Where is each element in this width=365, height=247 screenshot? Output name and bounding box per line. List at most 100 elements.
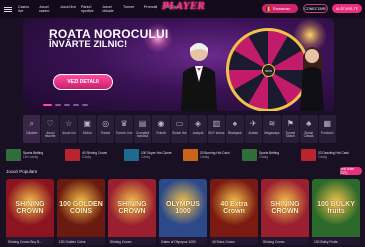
- carousel-dot[interactable]: [55, 104, 61, 106]
- search-icon: ⌕: [29, 119, 34, 128]
- wave-icon: ≋: [268, 119, 276, 128]
- game-card[interactable]: SHINING CROWN Shining Crown: [108, 179, 156, 245]
- cards-icon: ▭: [175, 119, 184, 128]
- menu-icon[interactable]: [4, 6, 12, 12]
- win-item[interactable]: 20 Dazzling Hot Cash Câștig: [301, 149, 351, 161]
- category-label: Jocuri noi: [61, 131, 76, 135]
- win-text: 40 Shining Crown Câștig: [82, 151, 107, 159]
- nav-link[interactable]: Cazino live: [18, 5, 34, 13]
- win-item[interactable]: Sports Betting Câștig: [242, 149, 292, 161]
- slot-icon: ▣: [83, 119, 91, 128]
- category-label: Blackjack: [228, 131, 242, 135]
- win-thumbnail: [301, 149, 316, 161]
- category-label: Căutare: [26, 131, 38, 135]
- game-card[interactable]: OLYMPUS 1000 Gates of Olympus 1000: [159, 179, 207, 245]
- nav-link[interactable]: Jocuri virtuale: [102, 5, 118, 13]
- category-label: Cumpără bonusul: [135, 131, 150, 139]
- category-item[interactable]: ⌕ Căutare: [23, 115, 41, 143]
- game-name: 100 Golden Coins: [59, 240, 86, 244]
- game-card[interactable]: SHINING CROWN Shining Crown: [261, 179, 309, 245]
- spade-icon: ♠: [232, 119, 238, 128]
- win-thumbnail: [6, 149, 21, 161]
- win-text: 20 Dazzling Hot Cash Câștig: [318, 151, 349, 159]
- host-man-image: [181, 43, 217, 111]
- category-item[interactable]: ◉ Ruletă: [152, 115, 170, 143]
- game-name: 100 Bulky Fruits: [314, 240, 338, 244]
- game-artwork: 40 Extra Crown: [210, 179, 258, 237]
- category-label: Sloturi Classic: [303, 131, 314, 139]
- game-artwork: SHINING CROWN: [6, 179, 54, 237]
- carousel-dot[interactable]: [82, 104, 88, 106]
- site-logo[interactable]: PLAYER: [162, 2, 205, 12]
- win-text: 100 Super Hot Clover Câștig: [141, 151, 172, 159]
- nav-link[interactable]: Jocuri cazino: [39, 5, 55, 13]
- carousel-dot[interactable]: [43, 104, 52, 106]
- category-label: Pariuri: [101, 131, 111, 135]
- see-all-button[interactable]: Vezi toate (227): [340, 167, 362, 175]
- category-bar: ⌕ Căutare ♡ Jocuri favorite ☆ Jocuri noi ▣ Slot…: [23, 115, 336, 143]
- category-item[interactable]: ⚑ Turnee Sloturi: [281, 115, 300, 143]
- win-text: Sports Betting Câștig: [259, 151, 279, 159]
- category-item[interactable]: ♠ Blackjack: [226, 115, 244, 143]
- game-card[interactable]: 100 GOLDEN COINS 100 Golden Coins: [57, 179, 105, 245]
- category-item[interactable]: ♛ Turnee Live: [115, 115, 133, 143]
- category-item[interactable]: ≋ Megaways: [263, 115, 281, 143]
- category-label: Jackpot: [192, 131, 204, 135]
- nav-link[interactable]: Pariuri sportive: [81, 5, 97, 13]
- win-item[interactable]: Sports Betting Live câștig: [6, 149, 56, 161]
- hero-details-button[interactable]: VEZI DETALII: [53, 74, 113, 90]
- nav-link[interactable]: Promoții: [144, 5, 160, 13]
- nav-link[interactable]: Jocuri live: [60, 5, 76, 13]
- win-item[interactable]: 40 Shining Crown Câștig: [65, 149, 115, 161]
- carousel-dot[interactable]: [64, 104, 70, 106]
- game-card[interactable]: 100 BULKY fruits 100 Bulky Fruits: [312, 179, 360, 245]
- carousel-dots[interactable]: [43, 104, 88, 106]
- category-item[interactable]: ♣ Sloturi Classic: [300, 115, 318, 143]
- heart-icon: ♡: [46, 119, 54, 128]
- category-item[interactable]: ▤ Cumpără bonusul: [133, 115, 152, 143]
- recent-wins-strip: Sports Betting Live câștig 40 Shining Crow…: [0, 146, 365, 164]
- win-item[interactable]: 20 Burning Hot Cash Câștig: [183, 149, 233, 161]
- category-label: Megaways: [264, 131, 280, 135]
- hero-subtitle: ÎNVÂRTE ZILNIC!: [49, 39, 128, 50]
- popular-games-row: SHINING CROWN Shining Crown Buy B... 100 G…: [6, 179, 362, 245]
- game-card[interactable]: 40 Extra Crown 40 Extra Crown: [210, 179, 258, 245]
- login-button[interactable]: CONECTARE: [303, 4, 328, 13]
- category-item[interactable]: ▭ Sloturi live: [170, 115, 189, 143]
- category-item[interactable]: ✈ Aviator: [244, 115, 263, 143]
- language-selector[interactable]: Romanian: [262, 4, 298, 13]
- category-label: Sloturi: [82, 131, 92, 135]
- host-woman-image: [300, 47, 324, 111]
- register-button[interactable]: ALĂTURĂ-TE: [332, 4, 362, 13]
- ticket-icon: ▥: [212, 119, 221, 128]
- hero-banner[interactable]: ROATA NOROCULUI ÎNVÂRTE ZILNIC! VEZI DET…: [23, 18, 334, 111]
- gift-icon: ▤: [138, 119, 147, 128]
- game-artwork: 100 GOLDEN COINS: [57, 179, 105, 237]
- game-name: Shining Crown Buy B...: [8, 240, 42, 244]
- category-label: Turnee Live: [115, 131, 133, 135]
- flag-icon: ⚑: [286, 119, 294, 128]
- game-card[interactable]: SHINING CROWN Shining Crown Buy B...: [6, 179, 54, 245]
- category-item[interactable]: ◎ Pariuri: [96, 115, 115, 143]
- win-subtitle: Câștig: [318, 155, 328, 159]
- star-icon: ☆: [65, 119, 73, 128]
- win-subtitle: Câștig: [200, 155, 210, 159]
- category-item[interactable]: ♡ Jocuri favorite: [41, 115, 59, 143]
- win-text: Sports Betting Live câștig: [23, 151, 43, 159]
- win-thumbnail: [124, 149, 139, 161]
- nav-link[interactable]: Turnee: [123, 5, 139, 13]
- category-item[interactable]: ▣ Sloturi: [78, 115, 96, 143]
- category-label: Aviator: [248, 131, 259, 135]
- win-thumbnail: [242, 149, 257, 161]
- category-item[interactable]: ☆ Jocuri noi: [59, 115, 78, 143]
- category-item[interactable]: ◈ Jackpot: [189, 115, 207, 143]
- plane-icon: ✈: [250, 119, 257, 128]
- game-artwork: SHINING CROWN: [108, 179, 156, 237]
- category-item[interactable]: ▦ Furnizori: [318, 115, 336, 143]
- category-item[interactable]: ▥ BUY bonus: [207, 115, 226, 143]
- game-name: Gates of Olympus 1000: [161, 240, 196, 244]
- carousel-dot[interactable]: [73, 104, 79, 106]
- top-nav: Cazino live Jocuri cazino Jocuri live Pa…: [0, 0, 365, 18]
- language-label: Romanian: [273, 6, 291, 11]
- win-item[interactable]: 100 Super Hot Clover Câștig: [124, 149, 174, 161]
